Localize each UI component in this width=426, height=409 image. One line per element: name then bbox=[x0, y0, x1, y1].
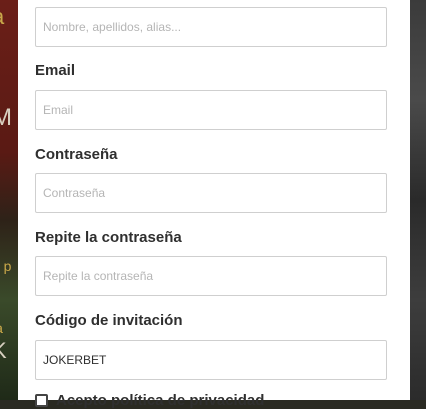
background-text-fragment: la bbox=[0, 320, 18, 336]
invitation-code-input[interactable] bbox=[35, 340, 387, 380]
terms-checkbox-label: Acepto política de privacidad bbox=[56, 391, 265, 409]
background-image-right bbox=[410, 0, 426, 400]
email-input[interactable] bbox=[35, 90, 387, 130]
repeat-password-input[interactable] bbox=[35, 256, 387, 296]
background-text-fragment: a bbox=[0, 4, 18, 30]
background-text-fragment: e p bbox=[0, 258, 12, 274]
invitation-code-label: Código de invitación bbox=[35, 312, 183, 329]
registration-modal: Email Contraseña Repite la contraseña Có… bbox=[18, 0, 410, 409]
terms-checkbox-row[interactable]: Acepto política de privacidad bbox=[35, 391, 265, 409]
background-text-fragment: M bbox=[0, 104, 12, 131]
password-input[interactable] bbox=[35, 173, 387, 213]
repeat-password-label: Repite la contraseña bbox=[35, 229, 182, 246]
background-text-fragment: K bbox=[0, 338, 18, 364]
password-label: Contraseña bbox=[35, 146, 118, 163]
name-input[interactable] bbox=[35, 7, 387, 47]
email-label: Email bbox=[35, 62, 76, 79]
terms-checkbox[interactable] bbox=[35, 393, 48, 407]
